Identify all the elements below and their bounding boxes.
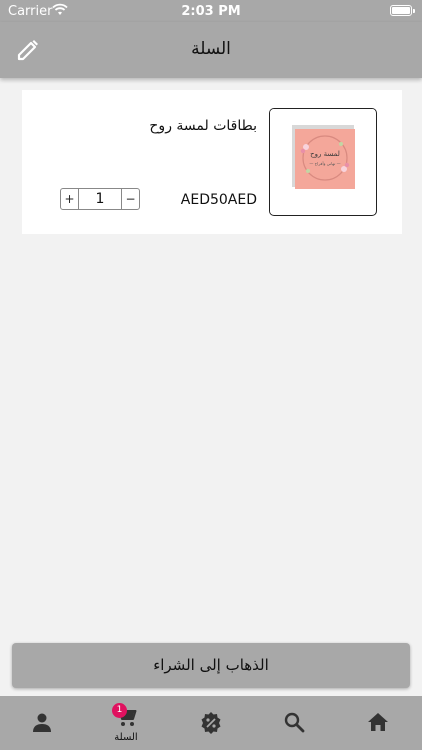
nav-header: السلة — [0, 22, 422, 78]
increase-quantity-button[interactable]: + — [61, 189, 79, 209]
product-price: AED50AED — [180, 192, 257, 208]
discount-icon — [201, 712, 221, 734]
quantity-stepper: + 1 − — [60, 188, 140, 210]
product-name[interactable]: بطاقات لمسة روح — [149, 118, 257, 134]
page-title: السلة — [191, 39, 231, 59]
home-icon — [368, 713, 388, 731]
checkout-button[interactable]: الذهاب إلى الشراء — [12, 643, 410, 688]
quantity-value: 1 — [95, 191, 105, 207]
tab-profile[interactable] — [0, 696, 84, 750]
cart-item: لمسة روح — تهاني وأفراح — بطاقات لمسة رو… — [22, 90, 402, 234]
clock: 2:03 PM — [181, 4, 241, 19]
search-icon — [284, 712, 305, 733]
tab-cart[interactable]: 1 السلة — [84, 696, 168, 750]
tab-home[interactable] — [336, 696, 420, 750]
tab-search[interactable] — [252, 696, 336, 750]
battery-icon — [390, 5, 415, 16]
status-bar: Carrier 2:03 PM — [0, 0, 422, 22]
tab-cart-label: السلة — [114, 732, 138, 743]
tab-offers[interactable] — [168, 696, 252, 750]
image-title-text: لمسة روح — [310, 150, 340, 158]
profile-icon — [33, 713, 51, 732]
decrease-quantity-button[interactable]: − — [121, 189, 139, 209]
product-image[interactable]: لمسة روح — تهاني وأفراح — — [269, 108, 377, 216]
product-image-art: لمسة روح — تهاني وأفراح — — [270, 109, 375, 214]
tab-bar: 1 السلة — [0, 696, 422, 750]
image-subtitle-text: — تهاني وأفراح — — [309, 161, 340, 166]
cart-badge: 1 — [112, 703, 127, 718]
